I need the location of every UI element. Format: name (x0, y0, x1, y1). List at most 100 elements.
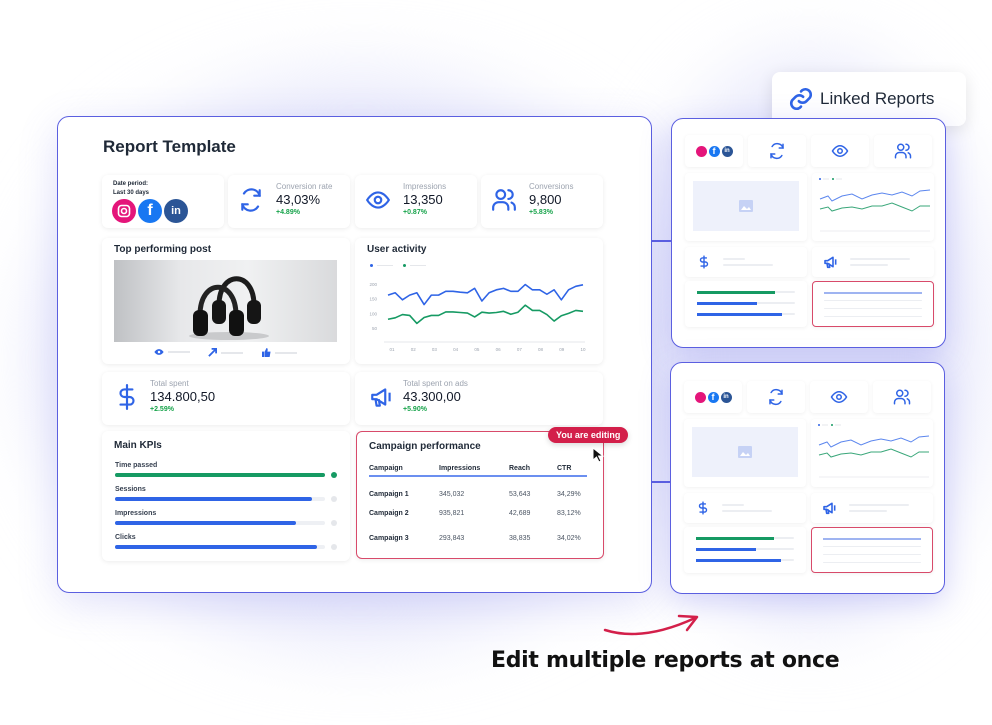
kpi-progress-bar (115, 545, 325, 549)
status-dot (331, 520, 337, 526)
campaign-name: Campaign 1 (369, 490, 409, 498)
placeholder-line (824, 316, 922, 317)
reach-cell: 42,689 (509, 510, 531, 517)
headphones-image (189, 276, 269, 340)
linked-report-1[interactable]: f in (671, 118, 946, 348)
mini-series-2 (818, 448, 929, 458)
kpi-progress-bar (115, 473, 325, 477)
dollar-icon (119, 384, 135, 410)
kpi-row-label: Time passed (115, 462, 158, 469)
kpi-label: Total spent (150, 379, 189, 388)
x-tick-label: 04 (453, 347, 459, 352)
mini-bar-green (697, 291, 775, 294)
column-header[interactable]: Impressions (439, 462, 509, 476)
user-activity-title: User activity (367, 244, 427, 255)
impressions-cell: 345,032 (439, 490, 465, 498)
link-icon (789, 87, 813, 111)
kpi-delta: +5.90% (403, 406, 427, 413)
campaign-name: Campaign 2 (369, 510, 409, 517)
table-row[interactable]: Campaign 2 935,821 42,689 83,12% (369, 501, 587, 526)
y-tick-label: 200 (369, 282, 377, 287)
image-icon (739, 200, 753, 212)
campaign-name: Campaign 3 (369, 535, 409, 542)
check-icon (331, 472, 337, 478)
ctr-cell: 34,02% (557, 535, 581, 542)
post-stat-likes (262, 348, 297, 357)
kpi-progress-bar (115, 521, 325, 525)
social-icons: f in (694, 391, 732, 403)
post-image[interactable] (114, 260, 337, 342)
mini-kpis-card (684, 527, 806, 573)
main-kpis-card: Main KPIs Time passed Sessions Impressions… (102, 431, 350, 561)
post-stat-shares (208, 348, 243, 357)
eye-icon (365, 191, 391, 209)
refresh-icon (241, 188, 261, 212)
kpi-card-impressions: Impressions 13,350 +0.87% (355, 175, 477, 228)
mini-bar-green (696, 537, 774, 540)
y-tick-label: 50 (372, 326, 378, 331)
placeholder-line (824, 300, 922, 301)
x-tick-label: 09 (559, 347, 565, 352)
kpi-value: 9,800 (529, 192, 562, 207)
mini-bar-blue (697, 302, 757, 305)
legend-marker-series-2 (403, 264, 406, 267)
legend-line (377, 264, 393, 267)
x-tick-label: 06 (496, 347, 502, 352)
x-tick-label: 02 (411, 347, 417, 352)
connector-line (652, 240, 672, 242)
column-header[interactable]: CTR (557, 462, 587, 476)
mini-bar-blue (696, 548, 756, 551)
x-tick-label: 10 (580, 347, 586, 352)
x-tick-label: 01 (389, 347, 395, 352)
kpi-value: 43,03% (276, 192, 321, 207)
placeholder-line (723, 264, 773, 266)
placeholder-line (823, 538, 921, 540)
mini-ads-card (812, 247, 934, 277)
mini-spent-card (685, 247, 807, 277)
table-row[interactable]: Campaign 3 293,843 38,835 34,02% (369, 526, 587, 551)
main-kpis-title: Main KPIs (114, 440, 162, 451)
kpi-row-label: Impressions (115, 510, 157, 517)
eye-icon (830, 388, 848, 406)
mini-kpi-card (874, 135, 932, 167)
mini-series-2 (819, 202, 930, 212)
placeholder-line (824, 308, 922, 309)
mini-campaign-card (811, 527, 933, 573)
kpi-value: 43.300,00 (403, 389, 461, 404)
kpi-card-conversions: Conversions 9,800 +5.83% (481, 175, 603, 228)
kpi-value: 134.800,50 (150, 389, 216, 404)
linkedin-icon: in (164, 199, 188, 223)
placeholder-line (849, 504, 909, 506)
kpi-delta: +0.87% (403, 209, 427, 216)
placeholder-line (823, 554, 921, 555)
kpi-label: Total spent on ads (403, 379, 468, 388)
campaign-table: Campaign Impressions Reach CTR Campaign … (369, 462, 587, 551)
arrow-icon (603, 614, 699, 636)
editing-badge: You are editing (548, 427, 629, 443)
kpi-label: Conversions (529, 182, 574, 191)
column-header[interactable]: Campaign (369, 462, 439, 476)
report-template-panel: Report Template Date period: Last 30 day… (57, 116, 652, 593)
campaign-title: Campaign performance (369, 441, 481, 452)
ctr-cell: 34,29% (557, 490, 581, 498)
page-title: Report Template (103, 137, 236, 156)
impressions-cell: 935,821 (439, 510, 465, 517)
kpi-progress-fill (115, 545, 317, 549)
mini-line-chart (818, 424, 930, 478)
campaign-performance-card[interactable]: Campaign performance Campaign Impression… (356, 431, 604, 559)
refresh-icon (767, 388, 785, 406)
mini-kpi-card (747, 381, 805, 413)
kpi-progress-fill (115, 473, 325, 477)
image-placeholder (692, 427, 798, 477)
mini-ads-card (811, 493, 933, 523)
kpi-delta: +2.59% (150, 406, 174, 413)
mini-kpis-card (685, 281, 807, 327)
kpi-delta: +5.83% (529, 209, 553, 216)
users-icon (492, 189, 516, 211)
linked-report-2[interactable]: f in (670, 362, 945, 594)
column-header[interactable]: Reach (509, 462, 557, 476)
placeholder-line (723, 258, 745, 260)
table-row[interactable]: Campaign 1 345,032 53,643 34,29% (369, 476, 587, 501)
cursor-icon (592, 447, 605, 463)
placeholder-line (824, 292, 922, 294)
